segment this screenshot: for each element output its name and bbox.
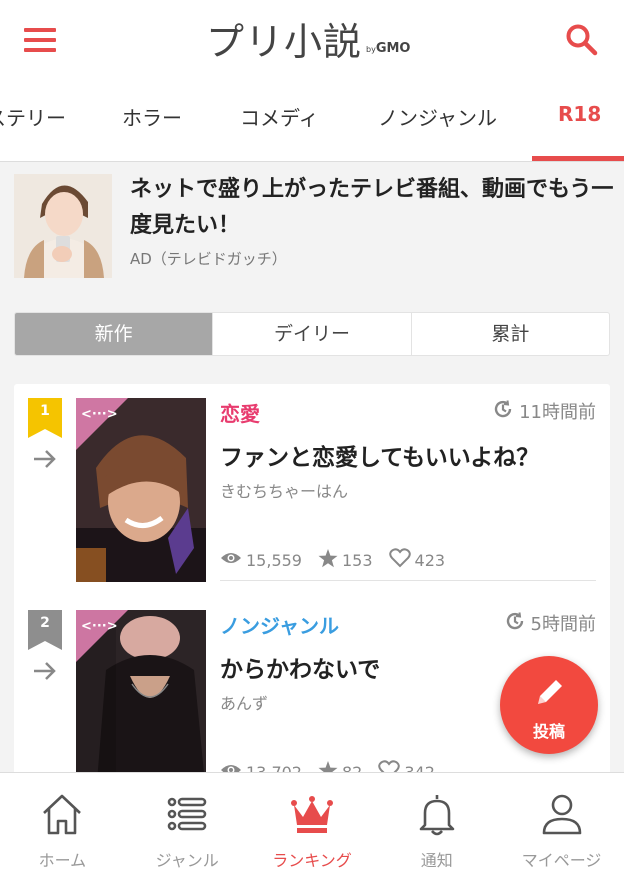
nav-home[interactable]: ホーム — [0, 773, 125, 874]
ranking-period-tabs: 新作 デイリー 累計 — [14, 312, 610, 356]
nav-mypage[interactable]: マイページ — [499, 773, 624, 874]
heart-icon — [388, 548, 411, 572]
view-count: 15,559 — [246, 550, 302, 570]
arrow-right-icon — [32, 660, 58, 682]
star-count: 153 — [341, 550, 373, 570]
tab-horror[interactable]: ホラー — [122, 102, 182, 131]
tab-r18[interactable]: R18 — [558, 102, 601, 126]
active-tab-indicator — [532, 156, 624, 161]
bell-icon — [413, 791, 461, 837]
like-count: 423 — [414, 550, 446, 570]
bottom-nav: ホーム ジャンル ランキング 通知 マイページ — [0, 772, 624, 874]
home-icon — [38, 791, 86, 837]
clock-icon — [505, 611, 525, 636]
search-icon[interactable] — [564, 22, 600, 58]
tab-daily[interactable]: デイリー — [212, 313, 410, 355]
story-genre: ノンジャンル — [220, 614, 339, 638]
nav-notifications[interactable]: 通知 — [374, 773, 499, 874]
eye-icon — [220, 550, 242, 570]
ranking-row[interactable]: 1 <···> 恋愛 11時間前 ファンと恋愛してもいいよね？ きむちちゃーはん… — [14, 384, 610, 596]
row-divider — [220, 580, 596, 581]
story-title[interactable]: ファンと恋愛してもいいよね？ — [220, 438, 539, 472]
ad-thumbnail[interactable] — [14, 174, 112, 278]
story-cover[interactable]: <···> — [76, 398, 206, 582]
list-icon — [163, 791, 211, 837]
story-author[interactable]: きむちちゃーはん — [220, 478, 348, 502]
story-cover[interactable]: <···> — [76, 610, 206, 784]
tab-new[interactable]: 新作 — [15, 313, 213, 355]
rank-badge: 2 — [28, 610, 62, 650]
story-updated: 5時間前 — [505, 610, 596, 636]
pencil-icon — [534, 676, 566, 712]
story-stats: 15,559 153 423 — [220, 548, 453, 572]
ad-banner[interactable]: ネットで盛り上がったテレビ番組、動画でもう一度見たい！ AD（テレビドガッチ） — [0, 168, 624, 283]
genre-tab-bar: ステリー ホラー コメディ ノンジャンル R18 — [0, 80, 624, 162]
logo-text: プリ小説 — [206, 20, 363, 64]
star-icon — [318, 548, 338, 572]
app-logo[interactable]: プリ小説 byGMO — [206, 14, 411, 66]
app-header: プリ小説 byGMO — [0, 0, 624, 80]
menu-icon[interactable] — [24, 24, 60, 54]
story-genre: 恋愛 — [220, 402, 260, 426]
ad-source: AD（テレビドガッチ） — [130, 250, 287, 268]
ad-title[interactable]: ネットで盛り上がったテレビ番組、動画でもう一度見たい！ — [130, 172, 620, 244]
post-button[interactable]: 投稿 — [500, 656, 598, 754]
tab-nongenre[interactable]: ノンジャンル — [378, 102, 497, 131]
user-icon — [538, 791, 586, 837]
crown-icon — [288, 791, 336, 837]
nav-ranking[interactable]: ランキング — [250, 773, 375, 874]
post-button-label: 投稿 — [532, 722, 565, 741]
clock-icon — [493, 399, 513, 424]
tab-cumulative[interactable]: 累計 — [410, 313, 609, 355]
nav-genre[interactable]: ジャンル — [125, 773, 250, 874]
story-updated: 11時間前 — [493, 398, 596, 424]
tab-mystery[interactable]: ステリー — [0, 102, 66, 131]
arrow-right-icon — [32, 448, 58, 470]
rank-badge: 1 — [28, 398, 62, 438]
tab-comedy[interactable]: コメディ — [240, 102, 319, 131]
story-author[interactable]: あんず — [220, 690, 268, 714]
story-title[interactable]: からかわないで — [220, 650, 380, 684]
logo-brand: byGMO — [366, 41, 411, 56]
